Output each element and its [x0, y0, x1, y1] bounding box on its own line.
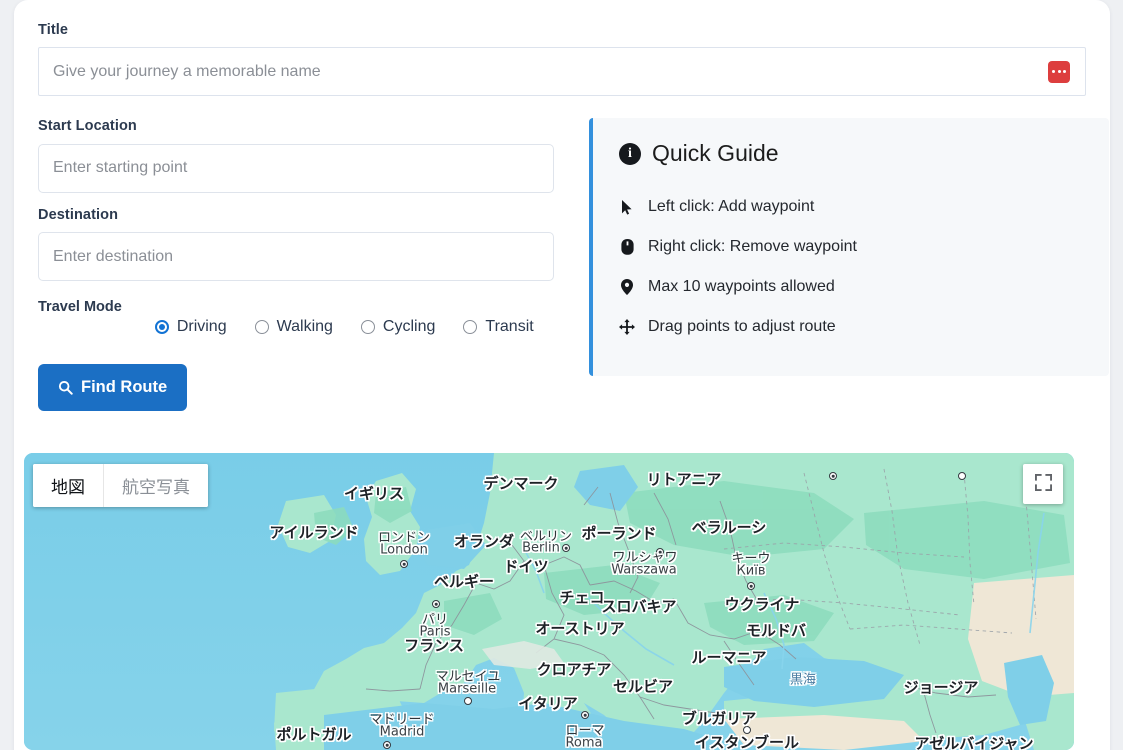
- travel-mode-option-cycling[interactable]: Cycling: [360, 318, 436, 336]
- travel-mode-label-transit: Transit: [485, 318, 534, 336]
- travel-mode-option-driving[interactable]: Driving: [154, 318, 227, 336]
- travel-mode-label-walking: Walking: [276, 318, 333, 336]
- quick-guide-item-text: Max 10 waypoints allowed: [648, 278, 835, 296]
- quick-guide-items: Left click: Add waypoint Right click: Rem…: [619, 187, 1083, 347]
- quick-guide-title: Quick Guide: [652, 140, 779, 167]
- start-location-label: Start Location: [38, 118, 137, 135]
- destination-input[interactable]: [38, 232, 554, 282]
- travel-mode-label-cycling: Cycling: [382, 318, 436, 336]
- cursor-arrow-icon: [619, 199, 635, 215]
- destination-label: Destination: [38, 206, 119, 223]
- move-arrows-icon: [619, 319, 635, 336]
- badge-dot-1: [1052, 70, 1055, 74]
- find-route-button[interactable]: Find Route: [38, 364, 188, 412]
- travel-mode-option-walking[interactable]: Walking: [254, 318, 333, 336]
- quick-guide-item-text: Left click: Add waypoint: [648, 198, 815, 216]
- info-icon: i: [619, 142, 641, 165]
- quick-guide-item: Right click: Remove waypoint: [619, 227, 1083, 267]
- map-container[interactable]: アイルランド イギリス デンマーク リトアニア オランダ ベルリン Berlin ポーランドベ…: [24, 453, 1074, 750]
- mouse-icon: [619, 239, 635, 256]
- radio-mark-transit[interactable]: [463, 320, 478, 335]
- map-type-button-map[interactable]: 地図: [33, 464, 103, 507]
- map-type-button-satellite[interactable]: 航空写真: [103, 464, 208, 507]
- fullscreen-icon: [1034, 474, 1052, 494]
- route-planner-page: Title Start Location: [0, 0, 1123, 750]
- travel-mode-label-driving: Driving: [176, 318, 227, 336]
- fullscreen-button[interactable]: [1023, 464, 1063, 504]
- search-icon: [58, 380, 73, 395]
- travel-mode-group: Travel Mode Driving Walking Cycling Transit: [38, 298, 554, 336]
- badge-dot-2: [1057, 70, 1061, 74]
- radio-mark-cycling[interactable]: [360, 320, 375, 335]
- quick-guide-item: Drag points to adjust route: [619, 307, 1083, 347]
- start-location-input[interactable]: [38, 143, 554, 193]
- travel-mode-label: Travel Mode: [38, 299, 122, 316]
- destination-field-group: Destination: [38, 206, 554, 282]
- quick-guide-header: i Quick Guide: [619, 140, 1083, 167]
- title-input[interactable]: [38, 47, 1086, 97]
- form-left-column: Start Location Destination Travel Mode D…: [38, 118, 554, 412]
- form-columns: Start Location Destination Travel Mode D…: [38, 118, 1109, 412]
- find-route-label: Find Route: [81, 378, 168, 397]
- quick-guide-item: Max 10 waypoints allowed: [619, 267, 1083, 307]
- badge-dot-3: [1063, 70, 1066, 74]
- map-pin-icon: [619, 279, 635, 296]
- radio-mark-driving[interactable]: [154, 320, 169, 335]
- title-options-badge-icon[interactable]: [1048, 60, 1070, 83]
- title-field-group: Title: [38, 22, 1086, 97]
- title-input-wrap: [38, 47, 1086, 97]
- radio-mark-walking[interactable]: [254, 320, 269, 335]
- title-label: Title: [38, 22, 69, 38]
- quick-guide-item-text: Drag points to adjust route: [648, 318, 836, 336]
- travel-mode-option-transit[interactable]: Transit: [463, 318, 534, 336]
- quick-guide-item-text: Right click: Remove waypoint: [648, 238, 857, 256]
- quick-guide-panel: i Quick Guide Left click: Add waypoint Ri…: [589, 118, 1109, 377]
- start-field-group: Start Location: [38, 118, 554, 193]
- quick-guide-item: Left click: Add waypoint: [619, 187, 1083, 227]
- map-type-control[interactable]: 地図 航空写真: [33, 464, 208, 507]
- travel-mode-radios: Driving Walking Cycling Transit: [154, 298, 534, 336]
